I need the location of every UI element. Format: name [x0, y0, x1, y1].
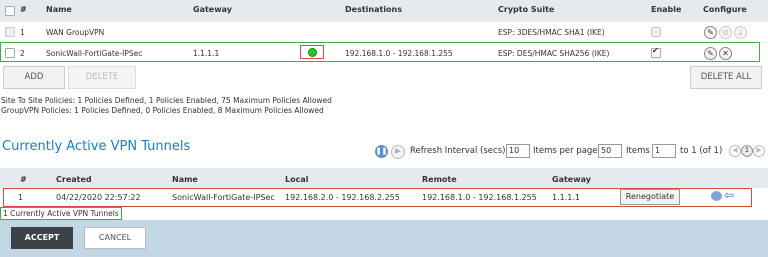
arrow-left-icon: ⇦ [724, 188, 735, 202]
table-row: 1 WAN GroupVPN ESP: 3DES/HMAC SHA1 (IKE)… [0, 22, 768, 42]
row-created: 04/22/2020 22:57:22 [56, 193, 141, 202]
col-enable: Enable [651, 5, 682, 14]
items-per-page-input[interactable]: 50 [598, 144, 622, 158]
add-button[interactable]: ADD [3, 66, 65, 89]
row-name: SonicWall-FortiGate-IPSec [172, 193, 275, 202]
next-page-icon[interactable]: ▶ [753, 145, 765, 157]
per-page-label: Items per page [533, 146, 598, 156]
row-gateway: 1.1.1.1 [552, 193, 580, 202]
delete-icon[interactable]: ⊘ [719, 26, 732, 39]
section-title: Currently Active VPN Tunnels [2, 139, 191, 154]
renegotiate-button[interactable]: Renegotiate [620, 189, 680, 205]
col-index: # [20, 5, 27, 14]
accept-button[interactable]: ACCEPT [11, 227, 73, 249]
items-range-label: to 1 (of 1) [680, 146, 723, 156]
row-gateway: 1.1.1.1 [193, 49, 220, 58]
col-destinations: Destinations [345, 5, 403, 14]
col-index: # [20, 175, 27, 184]
enable-checkbox[interactable] [651, 46, 661, 58]
cancel-button[interactable]: CANCEL [84, 227, 146, 249]
pause-icon[interactable]: ❚❚ [375, 145, 388, 158]
col-name: Name [172, 175, 198, 184]
play-icon[interactable]: ▶ [391, 145, 405, 159]
delete-button[interactable]: DELETE [68, 66, 136, 89]
col-configure: Configure [703, 5, 747, 14]
enable-checkbox[interactable] [651, 27, 661, 37]
row-local: 192.168.2.0 - 192.168.2.255 [285, 193, 400, 202]
col-remote: Remote [422, 175, 457, 184]
row-destinations: 192.168.1.0 - 192.168.1.255 [345, 49, 453, 58]
status-highlight-box [300, 45, 324, 59]
items-label: Items [626, 146, 650, 156]
row-checkbox[interactable] [5, 27, 15, 37]
col-crypto-suite: Crypto Suite [498, 5, 555, 14]
row-checkbox[interactable] [5, 48, 15, 58]
delete-icon[interactable]: ✕ [719, 47, 732, 60]
refresh-label: Refresh Interval (secs) [410, 146, 506, 156]
groupvpn-info: GroupVPN Policies: 1 Policies Defined, 0… [1, 106, 324, 115]
row-index: 1 [20, 28, 25, 37]
site-to-site-info: Site To Site Policies: 1 Policies Define… [1, 96, 332, 105]
row-crypto: ESP: DES/HMAC SHA256 (IKE) [498, 49, 610, 58]
status-dot-icon [308, 48, 317, 57]
policy-table-header: # Name Gateway Destinations Crypto Suite… [0, 0, 768, 22]
tunnel-table-header [0, 168, 768, 188]
items-start-input[interactable]: 1 [652, 144, 676, 158]
row-name: WAN GroupVPN [46, 28, 105, 37]
edit-icon[interactable]: ✎ [704, 26, 717, 39]
tunnel-summary: 1 Currently Active VPN Tunnels [0, 207, 122, 220]
export-icon[interactable]: ⤓ [734, 26, 747, 39]
edit-icon[interactable]: ✎ [704, 47, 717, 60]
row-index: 2 [20, 49, 25, 58]
prev-page-icon[interactable]: ◀ [729, 145, 741, 157]
col-gateway: Gateway [552, 175, 591, 184]
select-all-checkbox[interactable] [5, 6, 15, 16]
refresh-interval-input[interactable]: 10 [506, 144, 530, 158]
col-name: Name [46, 5, 72, 14]
row-index: 1 [18, 193, 24, 202]
col-created: Created [56, 175, 92, 184]
table-row: 2 SonicWall-FortiGate-IPSec 1.1.1.1 192.… [0, 42, 768, 63]
col-local: Local [285, 175, 309, 184]
page-number[interactable]: 1 [741, 145, 753, 157]
delete-all-button[interactable]: DELETE ALL [690, 66, 762, 89]
row-crypto: ESP: 3DES/HMAC SHA1 (IKE) [498, 28, 605, 37]
col-gateway: Gateway [193, 5, 232, 14]
row-name: SonicWall-FortiGate-IPSec [46, 49, 143, 58]
statistics-icon[interactable] [711, 191, 722, 201]
row-remote: 192.168.1.0 - 192.168.1.255 [422, 193, 537, 202]
